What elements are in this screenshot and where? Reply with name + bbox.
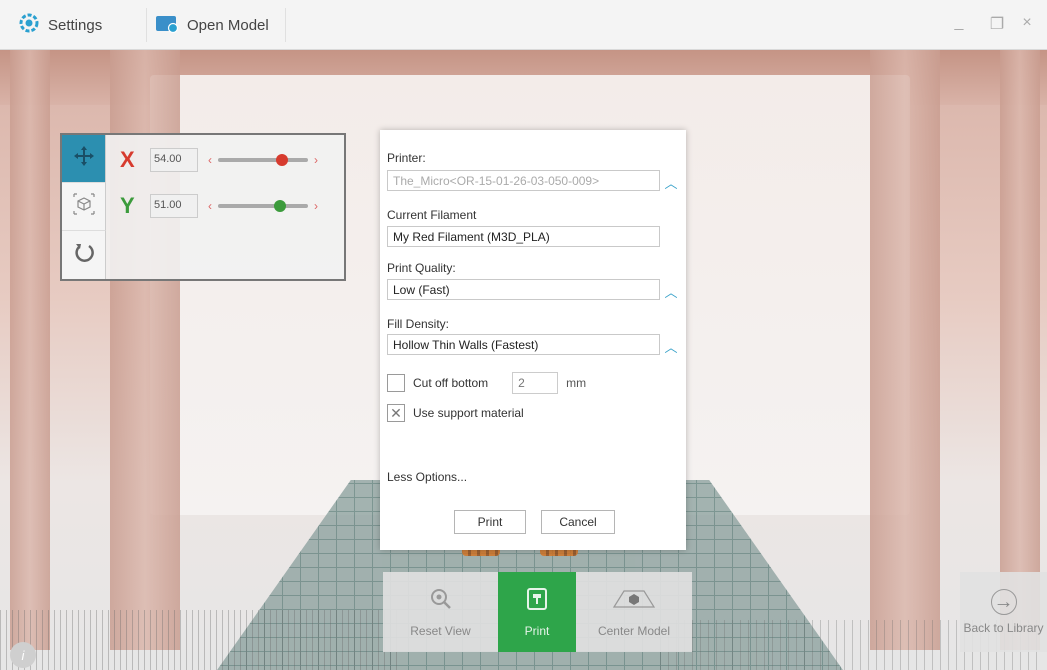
- back-to-library-label: Back to Library: [963, 621, 1044, 635]
- x-slider-track[interactable]: [218, 154, 308, 166]
- print-toolbar-button[interactable]: Print: [498, 572, 576, 652]
- filament-field: My Red Filament (M3D_PLA): [387, 226, 660, 247]
- y-value-input[interactable]: 51.00: [150, 194, 198, 218]
- scale-mode-button[interactable]: [62, 183, 106, 231]
- center-model-label: Center Model: [597, 623, 671, 638]
- y-slider[interactable]: ‹ ›: [208, 199, 318, 213]
- print-quality-label: Print Quality:: [387, 261, 456, 275]
- close-icon[interactable]: ×: [1016, 14, 1038, 32]
- fill-density-label: Fill Density:: [387, 317, 450, 331]
- chevron-up-icon[interactable]: ︿: [663, 282, 679, 301]
- printer-pillar: [1000, 50, 1040, 650]
- gear-icon: [18, 12, 40, 38]
- reset-view-button[interactable]: Reset View: [383, 572, 498, 652]
- reset-view-label: Reset View: [410, 623, 471, 638]
- center-model-button[interactable]: Center Model: [576, 572, 692, 652]
- back-to-library-button[interactable]: → Back to Library: [960, 572, 1047, 652]
- printer-label: Printer:: [387, 151, 426, 165]
- settings-label: Settings: [48, 16, 103, 34]
- print-button[interactable]: Print: [454, 510, 526, 534]
- arrow-right-circle-icon: →: [990, 589, 1017, 615]
- cut-off-bottom-label: Cut off bottom: [413, 376, 489, 390]
- cut-off-amount-input[interactable]: 2: [512, 372, 559, 394]
- settings-button[interactable]: Settings: [10, 8, 138, 42]
- x-value-input[interactable]: 54.00: [150, 148, 198, 172]
- scale-cube-icon: [71, 191, 97, 223]
- title-bar: Settings Open Model _ ❐ ×: [0, 0, 1047, 50]
- cancel-button[interactable]: Cancel: [541, 510, 615, 534]
- restore-icon[interactable]: ❐: [986, 14, 1008, 34]
- print-dialog: Printer: The_Micro<OR-15-01-26-03-050-00…: [380, 130, 686, 550]
- printer-pillar: [870, 50, 940, 650]
- printer-select[interactable]: The_Micro<OR-15-01-26-03-050-009>: [387, 170, 660, 191]
- info-icon[interactable]: i: [10, 642, 36, 668]
- support-material-label: Use support material: [413, 406, 524, 420]
- print-quality-select[interactable]: Low (Fast): [387, 279, 660, 300]
- chevron-up-icon[interactable]: ︿: [663, 337, 679, 356]
- y-slider-track[interactable]: [218, 200, 308, 212]
- less-options-link[interactable]: Less Options...: [387, 470, 467, 484]
- chevron-left-icon[interactable]: ‹: [208, 153, 212, 167]
- bed-ruler: [0, 610, 400, 670]
- move-mode-button[interactable]: [62, 135, 106, 183]
- x-axis-label: X: [120, 147, 135, 172]
- folder-icon: [155, 13, 179, 37]
- support-material-checkbox[interactable]: ✕: [387, 404, 405, 422]
- rotate-mode-button[interactable]: [62, 231, 106, 279]
- y-axis-label: Y: [120, 193, 135, 218]
- printer-icon: [526, 587, 548, 618]
- open-model-button[interactable]: Open Model: [146, 8, 286, 42]
- zoom-reset-icon: [429, 587, 453, 618]
- cut-off-unit: mm: [566, 376, 587, 390]
- cut-off-bottom-row: Cut off bottom 2 mm: [387, 372, 586, 394]
- minimize-icon[interactable]: _: [948, 14, 970, 32]
- x-slider-knob[interactable]: [276, 154, 288, 166]
- open-model-label: Open Model: [187, 16, 269, 34]
- x-axis-row: X 54.00 ‹ ›: [120, 145, 318, 175]
- rotate-icon: [72, 240, 96, 270]
- bottom-toolbar: Reset View Print Center Model: [383, 572, 692, 652]
- center-cube-icon: [612, 587, 656, 618]
- printer-pillar: [10, 50, 50, 650]
- print-toolbar-label: Print: [524, 623, 550, 638]
- chevron-left-icon[interactable]: ‹: [208, 199, 212, 213]
- filament-label: Current Filament: [387, 208, 477, 222]
- chevron-right-icon[interactable]: ›: [314, 199, 318, 213]
- move-arrows-icon: [72, 144, 96, 174]
- x-slider[interactable]: ‹ ›: [208, 153, 318, 167]
- cut-off-bottom-checkbox[interactable]: [387, 374, 405, 392]
- y-slider-knob[interactable]: [274, 200, 286, 212]
- support-material-row: ✕ Use support material: [387, 404, 524, 422]
- y-axis-row: Y 51.00 ‹ ›: [120, 191, 318, 221]
- chevron-up-icon[interactable]: ︿: [663, 173, 679, 192]
- transform-panel: X 54.00 ‹ › Y 51.00 ‹ ›: [60, 133, 346, 281]
- fill-density-select[interactable]: Hollow Thin Walls (Fastest): [387, 334, 660, 355]
- chevron-right-icon[interactable]: ›: [314, 153, 318, 167]
